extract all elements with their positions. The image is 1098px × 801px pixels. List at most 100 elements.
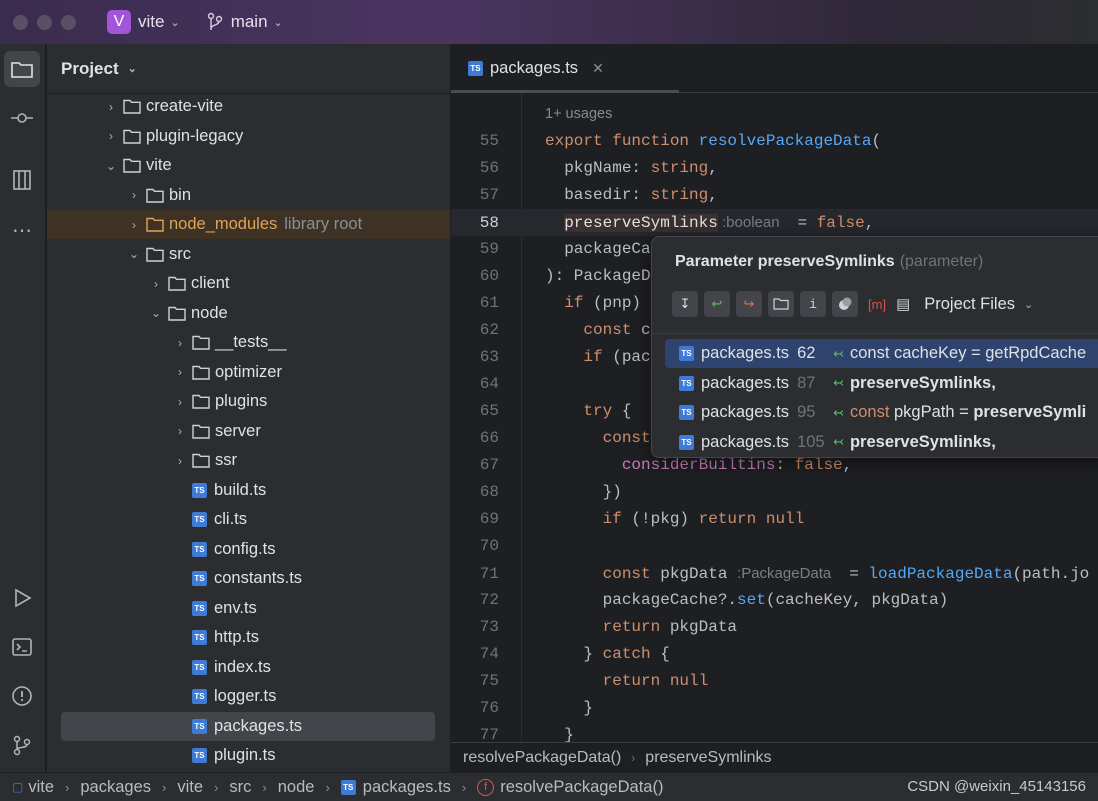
scope-selector[interactable]: Project Files <box>924 295 1015 314</box>
chevron-right-icon[interactable]: › <box>172 365 188 379</box>
tree-item-bin[interactable]: › bin <box>47 181 450 210</box>
project-badge[interactable]: V <box>107 10 131 34</box>
tree-item-create-vite[interactable]: › create-vite <box>47 92 450 121</box>
tree-item-optimizer[interactable]: › optimizer <box>47 358 450 387</box>
tree-item-src[interactable]: ⌄ src <box>47 240 450 269</box>
path-segment[interactable]: packages.ts <box>363 778 451 797</box>
tree-item-packages-ts[interactable]: TS packages.ts <box>61 711 435 741</box>
chevron-right-icon[interactable]: › <box>148 277 164 291</box>
tree-item-label: index.ts <box>214 657 271 676</box>
module-icon[interactable]: [m] <box>868 297 886 312</box>
tree-item--tests-[interactable]: › __tests__ <box>47 328 450 357</box>
chevron-right-icon[interactable]: › <box>103 129 119 143</box>
more-tools-icon[interactable]: ⋯ <box>4 212 40 248</box>
code-line[interactable]: 58 preserveSymlinks :boolean = false, <box>451 209 1098 236</box>
result-line: 105 <box>797 432 825 451</box>
git-tool-button[interactable] <box>4 727 40 763</box>
code-line[interactable]: 57 basedir: string, <box>451 182 1098 209</box>
line-number: 68 <box>479 483 499 501</box>
chevron-right-icon[interactable]: › <box>172 454 188 468</box>
preview-icon[interactable]: ▤ <box>896 295 910 313</box>
path-segment[interactable]: src <box>229 778 251 797</box>
folder-filter-icon[interactable] <box>768 291 794 317</box>
code-line[interactable]: 74 } catch { <box>451 641 1098 668</box>
tree-item-constants-ts[interactable]: TS constants.ts <box>47 564 450 593</box>
code-token: return null <box>698 510 805 528</box>
tree-item-index-ts[interactable]: TS index.ts <box>47 653 450 682</box>
close-tab-icon[interactable]: ✕ <box>592 60 604 77</box>
branch-selector[interactable]: main <box>231 12 268 32</box>
tree-item-node-modules[interactable]: › node_modules library root <box>47 210 450 239</box>
commit-tool-button[interactable] <box>4 100 40 136</box>
usage-result-row[interactable]: TS packages.ts 95 ↢ const pkgPath = preserve… <box>665 398 1098 427</box>
terminal-tool-button[interactable] <box>4 629 40 665</box>
chevron-down-icon[interactable]: ⌄ <box>103 159 119 173</box>
tree-item-http-ts[interactable]: TS http.ts <box>47 623 450 652</box>
scrollbar[interactable] <box>451 90 679 93</box>
zoom-window-button[interactable] <box>61 14 76 30</box>
chevron-right-icon[interactable]: › <box>126 218 142 232</box>
group-icon[interactable] <box>832 291 858 317</box>
code-line[interactable]: 73 return pkgData <box>451 614 1098 641</box>
chevron-right-icon[interactable]: › <box>172 424 188 438</box>
code-line[interactable]: 76 } <box>451 695 1098 722</box>
path-segment[interactable]: vite <box>28 778 54 797</box>
usages-hint[interactable]: 1+ usages <box>545 106 612 122</box>
tree-item-plugins[interactable]: › plugins <box>47 387 450 416</box>
tree-item-cli-ts[interactable]: TS cli.ts <box>47 505 450 534</box>
breadcrumb-function[interactable]: resolvePackageData() <box>463 749 621 767</box>
folder-icon <box>146 247 164 262</box>
structure-tool-button[interactable] <box>4 162 40 198</box>
usage-result-row[interactable]: TS packages.ts 62 ↢ const cacheKey = getRpdC… <box>665 339 1098 368</box>
chevron-right-icon[interactable]: › <box>172 395 188 409</box>
line-number: 75 <box>479 672 499 690</box>
path-segment[interactable]: packages <box>80 778 151 797</box>
chevron-down-icon[interactable]: ⌄ <box>126 247 142 261</box>
code-line[interactable]: 69 if (!pkg) return null <box>451 506 1098 533</box>
code-line[interactable]: 55 export function resolvePackageData( <box>451 128 1098 155</box>
code-line[interactable]: 68 }) <box>451 479 1098 506</box>
project-panel-header[interactable]: Project ⌄ <box>47 44 450 94</box>
tree-item-node[interactable]: ⌄ node <box>47 299 450 328</box>
result-file: packages.ts <box>701 432 790 451</box>
tree-item-env-ts[interactable]: TS env.ts <box>47 594 450 623</box>
code-line[interactable]: 75 return null <box>451 668 1098 695</box>
path-segment[interactable]: vite <box>177 778 203 797</box>
info-icon[interactable]: i <box>800 291 826 317</box>
tree-item-vite[interactable]: ⌄ vite <box>47 151 450 180</box>
project-selector[interactable]: vite <box>138 12 164 32</box>
merge-usages-icon[interactable]: ↧ <box>672 291 698 317</box>
tree-item-plugin-legacy[interactable]: › plugin-legacy <box>47 122 450 151</box>
tree-item-label: client <box>191 274 230 292</box>
tree-item-config-ts[interactable]: TS config.ts <box>47 535 450 564</box>
tree-item-server[interactable]: › server <box>47 417 450 446</box>
typescript-file-icon: TS <box>192 748 207 763</box>
breadcrumb-parameter[interactable]: preserveSymlinks <box>645 749 771 767</box>
tree-item-ssr[interactable]: › ssr <box>47 446 450 475</box>
usage-result-row[interactable]: TS packages.ts 105 ↢ preserveSymlinks, <box>665 428 1098 457</box>
tree-item-logger-ts[interactable]: TS logger.ts <box>47 682 450 711</box>
code-line[interactable]: 71 const pkgData :PackageData = loadPack… <box>451 560 1098 587</box>
path-segment[interactable]: node <box>278 778 315 797</box>
code-line[interactable]: 56 pkgName: string, <box>451 155 1098 182</box>
code-line[interactable]: 72 packageCache?.set(cacheKey, pkgData) <box>451 587 1098 614</box>
problems-tool-button[interactable] <box>4 678 40 714</box>
tree-item-build-ts[interactable]: TS build.ts <box>47 476 450 505</box>
code-line[interactable]: 70 <box>451 533 1098 560</box>
usage-result-row[interactable]: TS packages.ts 87 ↢ preserveSymlinks, <box>665 369 1098 398</box>
chevron-down-icon[interactable]: ⌄ <box>148 306 164 320</box>
tree-item-client[interactable]: › client <box>47 269 450 298</box>
folder-icon <box>192 335 210 350</box>
chevron-right-icon[interactable]: › <box>126 188 142 202</box>
minimize-window-button[interactable] <box>37 14 52 30</box>
project-tool-button[interactable] <box>4 51 40 87</box>
read-access-icon[interactable]: ↩ <box>704 291 730 317</box>
tree-item-plugin-ts[interactable]: TS plugin.ts <box>47 741 450 770</box>
chevron-right-icon[interactable]: › <box>103 100 119 114</box>
tab-packages-ts[interactable]: TS packages.ts ✕ <box>468 59 604 78</box>
write-access-icon[interactable]: ↪ <box>736 291 762 317</box>
close-window-button[interactable] <box>13 14 28 30</box>
chevron-right-icon[interactable]: › <box>172 336 188 350</box>
path-segment[interactable]: resolvePackageData() <box>500 778 663 797</box>
run-tool-button[interactable] <box>4 580 40 616</box>
